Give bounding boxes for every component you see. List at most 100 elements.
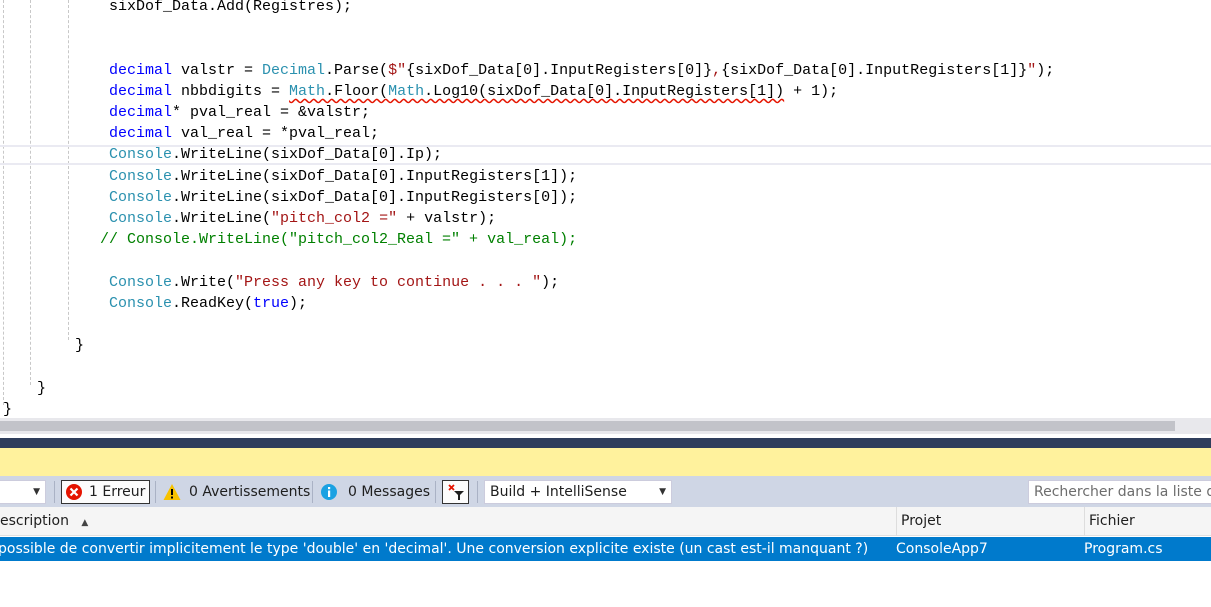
error-list-toolbar: ▼ 1 Erreur 0 Avertissements 0 Messages B…	[0, 476, 1211, 507]
messages-label: 0 Messages	[348, 484, 431, 500]
code-token: $"	[388, 61, 407, 79]
code-token: .WriteLine(	[172, 210, 272, 227]
code-token: );	[1036, 61, 1055, 79]
build-filter-dropdown[interactable]: Build + IntelliSense ▼	[484, 480, 672, 504]
code-line[interactable]: }	[37, 378, 46, 399]
code-token: decimal	[109, 61, 173, 79]
code-line[interactable]: Console.WriteLine(sixDof_Data[0].Ip);	[109, 144, 442, 165]
code-token: {sixDof_Data[0].InputRegisters[1]}	[721, 61, 1028, 79]
code-token: .Floor(	[325, 82, 389, 100]
code-token: ,	[712, 61, 722, 79]
code-token: val_real = *pval_real;	[172, 125, 380, 143]
chevron-down-icon: ▼	[33, 487, 40, 497]
separator	[312, 481, 313, 503]
error-file: Program.cs	[1084, 541, 1163, 557]
code-line[interactable]: sixDof_Data.Add(Registres);	[109, 0, 352, 17]
code-line[interactable]: Console.WriteLine("pitch_col2 =" + valst…	[109, 208, 496, 229]
error-icon	[66, 484, 82, 500]
error-list-header: escription ▲ Projet Fichier	[0, 507, 1211, 536]
code-token: "	[1027, 61, 1037, 79]
info-icon	[321, 484, 337, 500]
code-token: decimal	[109, 104, 173, 121]
code-line[interactable]: }	[3, 399, 12, 418]
code-token: Math	[388, 82, 425, 100]
separator	[477, 481, 478, 503]
code-token: .WriteLine(sixDof_Data[0].InputRegisters…	[172, 167, 578, 185]
code-editor[interactable]: sixDof_Data.Add(Registres);decimal valst…	[0, 0, 1211, 418]
column-description-label: escription	[0, 513, 69, 529]
code-token: );	[289, 294, 308, 312]
errors-toggle[interactable]: 1 Erreur	[61, 480, 150, 504]
separator	[54, 481, 55, 503]
build-filter-value: Build + IntelliSense	[490, 484, 627, 500]
code-token: .ReadKey(	[172, 294, 254, 312]
messages-toggle[interactable]: 0 Messages	[320, 480, 430, 504]
code-token: true	[253, 294, 290, 312]
indent-guide	[30, 0, 31, 385]
code-token: // Console.WriteLine("pitch_col2_Real ="…	[100, 231, 578, 249]
error-description: possible de convertir implicitement le t…	[0, 541, 869, 557]
code-token: nbbdigits =	[172, 82, 290, 100]
code-line[interactable]: decimal valstr = Decimal.Parse($"{sixDof…	[109, 60, 1054, 81]
code-token: + valstr);	[397, 210, 497, 227]
code-token: Console	[109, 146, 173, 164]
code-token: "pitch_col2 ="	[271, 210, 398, 227]
error-row[interactable]: possible de convertir implicitement le t…	[0, 537, 1211, 561]
errors-label: 1 Erreur	[89, 484, 146, 500]
column-file[interactable]: Fichier	[1084, 507, 1211, 536]
code-token: Console	[109, 210, 173, 227]
clear-filter-button[interactable]	[442, 480, 469, 504]
code-token: );	[541, 273, 560, 291]
chevron-down-icon: ▼	[659, 487, 666, 497]
warnings-toggle[interactable]: 0 Avertissements	[163, 480, 310, 504]
code-token: valstr =	[172, 61, 263, 79]
search-placeholder: Rechercher dans la liste des erreurs	[1034, 484, 1211, 500]
code-token: * pval_real = &valstr;	[172, 104, 371, 121]
code-token: }	[75, 337, 85, 355]
code-token: Math	[289, 82, 326, 100]
code-token: }	[37, 379, 47, 397]
code-token: Console	[109, 188, 173, 206]
code-token: decimal	[109, 125, 173, 143]
column-description[interactable]: escription ▲	[0, 507, 896, 536]
code-line[interactable]: }	[75, 335, 84, 356]
code-line[interactable]: Console.WriteLine(sixDof_Data[0].InputRe…	[109, 187, 577, 208]
code-line[interactable]: Console.ReadKey(true);	[109, 293, 307, 314]
warnings-label: 0 Avertissements	[189, 484, 311, 500]
code-token: sixDof_Data.Add(Registres);	[109, 0, 353, 15]
sort-ascending-icon: ▲	[81, 518, 89, 528]
code-token: Console	[109, 273, 173, 291]
code-token: {sixDof_Data[0].InputRegisters[0]}	[406, 61, 713, 79]
column-project[interactable]: Projet	[896, 507, 1084, 536]
code-token: .WriteLine(sixDof_Data[0].Ip);	[172, 146, 443, 164]
code-token: .Parse(	[325, 61, 389, 79]
indent-guide	[68, 0, 69, 340]
info-bar	[0, 448, 1211, 476]
code-token: .WriteLine(sixDof_Data[0].InputRegisters…	[172, 188, 578, 206]
code-token: Decimal	[262, 61, 326, 79]
error-project: ConsoleApp7	[896, 541, 988, 557]
code-line[interactable]: decimal val_real = *pval_real;	[109, 123, 379, 144]
code-line[interactable]: Console.Write("Press any key to continue…	[109, 272, 559, 293]
separator	[155, 481, 156, 503]
search-input[interactable]: Rechercher dans la liste des erreurs	[1028, 480, 1211, 504]
code-token: "Press any key to continue . . . "	[235, 273, 542, 291]
scope-dropdown[interactable]: ▼	[0, 480, 46, 504]
code-token: + 1);	[784, 82, 839, 100]
code-token: .Write(	[172, 273, 236, 291]
code-token: decimal	[109, 82, 173, 100]
code-line[interactable]: Console.WriteLine(sixDof_Data[0].InputRe…	[109, 166, 577, 187]
code-token: Console	[109, 294, 173, 312]
separator	[435, 481, 436, 503]
scrollbar-thumb[interactable]	[0, 421, 1175, 431]
column-file-label: Fichier	[1089, 513, 1135, 529]
code-line[interactable]: decimal* pval_real = &valstr;	[109, 102, 370, 123]
code-line[interactable]: decimal nbbdigits = Math.Floor(Math.Log1…	[109, 81, 838, 102]
panel-splitter[interactable]	[0, 438, 1211, 448]
horizontal-scrollbar[interactable]	[0, 418, 1211, 434]
code-token: Console	[109, 167, 173, 185]
indent-guide	[3, 0, 4, 405]
warning-icon	[163, 484, 181, 500]
column-project-label: Projet	[901, 513, 942, 529]
code-line[interactable]: // Console.WriteLine("pitch_col2_Real ="…	[100, 229, 577, 250]
